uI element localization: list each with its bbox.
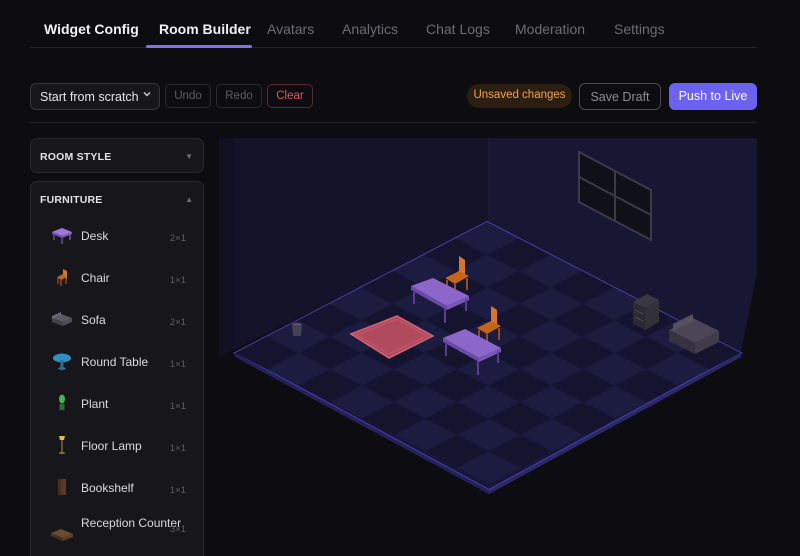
chevron-down-icon — [142, 89, 152, 102]
furniture-size: 3×1 — [169, 524, 186, 535]
furniture-panel: FURNITURE ▲ Desk 2×1 Chair 1×1 Sofa 2×1 … — [30, 181, 204, 556]
tab-avatars[interactable]: Avatars — [267, 21, 314, 37]
furniture-size: 2×1 — [169, 233, 186, 244]
active-tab-indicator — [146, 45, 252, 48]
tab-moderation[interactable]: Moderation — [515, 21, 585, 37]
furniture-item-desk[interactable]: Desk 2×1 — [31, 217, 203, 259]
furniture-size: 1×1 — [169, 359, 186, 370]
furniture-label: Desk — [81, 229, 109, 243]
furniture-item-sofa[interactable]: Sofa 2×1 — [31, 301, 203, 343]
furniture-size: 1×1 — [169, 443, 186, 454]
bookshelf-icon — [58, 479, 66, 495]
toolbar-divider — [30, 122, 757, 123]
save-draft-button[interactable]: Save Draft — [579, 83, 661, 110]
plant-icon — [59, 394, 65, 410]
furniture-item-reception-counter[interactable]: Reception Counter 3×1 — [31, 511, 203, 553]
tab-settings[interactable]: Settings — [614, 21, 665, 37]
furniture-item-round-table[interactable]: Round Table 1×1 — [31, 343, 203, 385]
furniture-title: FURNITURE — [40, 194, 103, 206]
furniture-label: Bookshelf — [81, 481, 134, 495]
unsaved-status-badge: Unsaved changes — [467, 84, 572, 108]
furniture-item-plant[interactable]: Plant 1×1 — [31, 385, 203, 427]
push-to-live-button[interactable]: Push to Live — [669, 83, 757, 110]
tab-analytics[interactable]: Analytics — [342, 21, 398, 37]
reception-counter-icon — [51, 529, 73, 541]
furniture-size: 2×1 — [169, 317, 186, 328]
round-table-icon — [53, 353, 71, 370]
clear-button[interactable]: Clear — [267, 84, 313, 108]
furniture-label: Sofa — [81, 313, 106, 327]
room-canvas[interactable] — [219, 138, 757, 556]
tab-bar: Widget Config Room Builder Avatars Analy… — [30, 0, 757, 48]
chevron-down-icon: ▼ — [185, 152, 193, 161]
furniture-item-bookshelf[interactable]: Bookshelf 1×1 — [31, 469, 203, 511]
template-select-value: Start from scratch — [40, 90, 139, 104]
chair-icon — [57, 269, 67, 286]
chevron-up-icon[interactable]: ▲ — [185, 195, 193, 204]
furniture-label: Chair — [81, 271, 110, 285]
redo-button[interactable]: Redo — [216, 84, 262, 108]
template-select[interactable]: Start from scratch — [30, 83, 160, 110]
left-wall-edge — [219, 138, 235, 357]
room-style-title: ROOM STYLE — [40, 151, 112, 163]
floor-lamp-icon — [59, 436, 65, 455]
trash-bin — [292, 323, 302, 336]
furniture-label: Floor Lamp — [81, 439, 142, 453]
isometric-room — [219, 138, 757, 494]
furniture-label: Plant — [81, 397, 109, 411]
furniture-label: Round Table — [81, 355, 149, 369]
room-style-panel[interactable]: ROOM STYLE ▼ — [30, 138, 204, 173]
furniture-size: 1×1 — [169, 485, 186, 496]
tab-room-builder[interactable]: Room Builder — [159, 21, 251, 37]
furniture-size: 1×1 — [169, 401, 186, 412]
furniture-item-floor-lamp[interactable]: Floor Lamp 1×1 — [31, 427, 203, 469]
tab-widget-config[interactable]: Widget Config — [44, 21, 139, 37]
furniture-label: Reception Counter — [81, 516, 182, 530]
undo-button[interactable]: Undo — [165, 84, 211, 108]
sofa-icon — [52, 312, 72, 326]
tab-chat-logs[interactable]: Chat Logs — [426, 21, 490, 37]
furniture-item-chair[interactable]: Chair 1×1 — [31, 259, 203, 301]
desk-icon — [52, 228, 72, 244]
furniture-size: 1×1 — [169, 275, 186, 286]
builder-toolbar: Start from scratch Undo Redo Clear Unsav… — [30, 83, 757, 111]
